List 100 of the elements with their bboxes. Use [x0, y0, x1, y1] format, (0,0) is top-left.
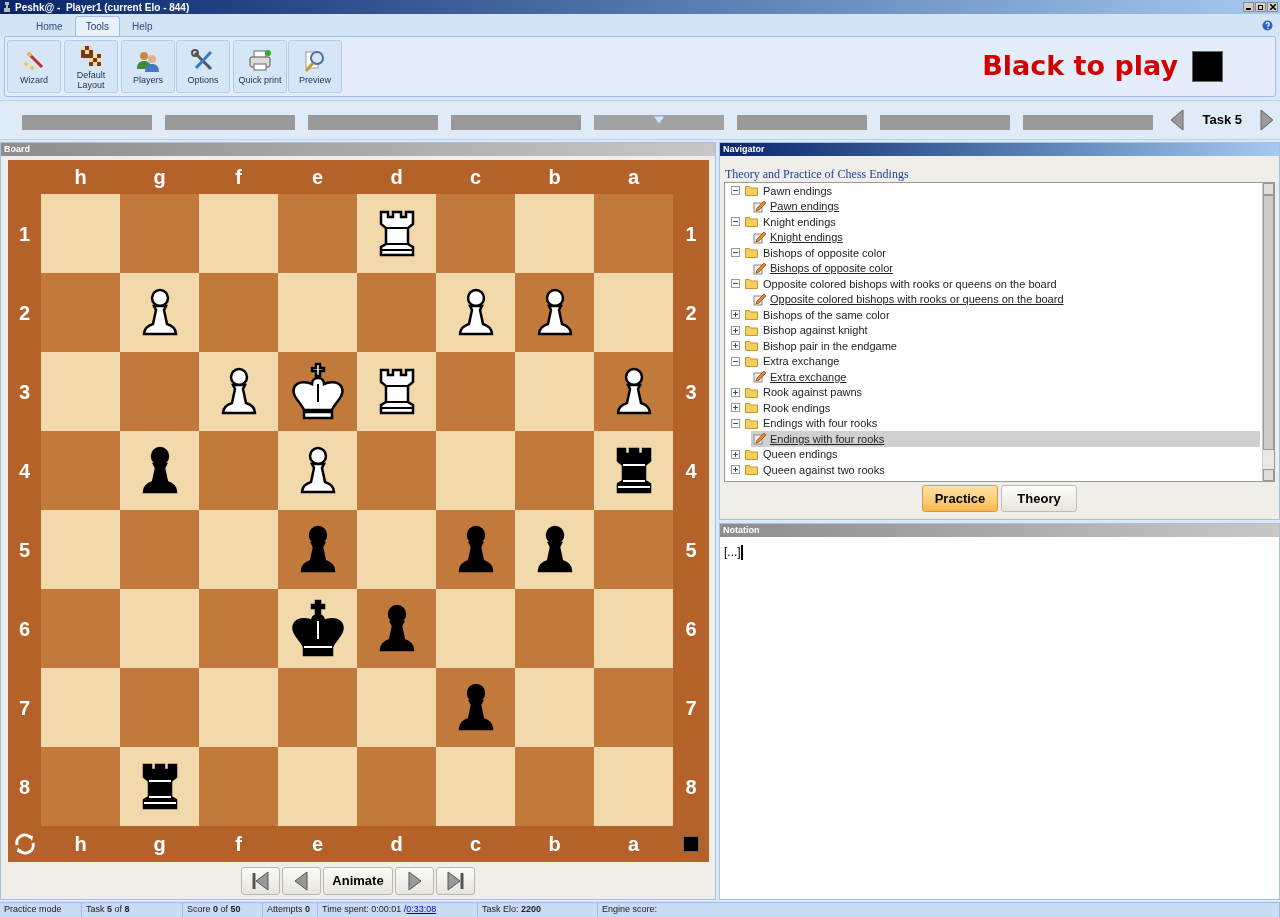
tree-item[interactable]: Queen against two rooks [763, 461, 885, 478]
tree-item[interactable]: Extra exchange [751, 369, 1260, 385]
tree-item[interactable]: Pawn endings [751, 198, 1260, 214]
task-progress-segment[interactable] [1023, 114, 1153, 130]
ribbon-tab[interactable]: Help [120, 16, 165, 36]
collapse-icon[interactable] [731, 186, 740, 196]
tree-item[interactable]: Queen endings [763, 446, 838, 463]
board-square[interactable] [120, 747, 199, 826]
file-label: h [73, 831, 88, 857]
board-square[interactable] [436, 668, 515, 747]
tree-item[interactable]: Bishop pair in the endgame [763, 337, 897, 354]
expand-icon[interactable] [731, 449, 740, 459]
go-to-end-button[interactable] [435, 867, 475, 895]
turn-indicator-text: Black to play [982, 49, 1178, 84]
tree-item[interactable]: Rook against pawns [763, 384, 863, 401]
board-square[interactable] [515, 273, 594, 352]
expand-icon[interactable] [731, 387, 740, 397]
tree-item[interactable]: Opposite colored bishops with rooks or queens on the board [751, 291, 1260, 307]
ribbon-button[interactable]: Preview [288, 40, 342, 93]
collection-title: Theory and Practice of Chess Endings [725, 167, 910, 182]
collapse-icon[interactable] [731, 418, 740, 428]
task-progress-segment[interactable] [308, 114, 438, 130]
ribbon-button[interactable]: Default Layout [64, 40, 118, 93]
mode-button[interactable]: Practice [922, 485, 998, 512]
task-progress-segment[interactable] [165, 114, 295, 130]
tree-item[interactable]: Knight endings [763, 213, 836, 230]
board-square[interactable] [515, 510, 594, 589]
mode-button[interactable]: Theory [1001, 485, 1077, 512]
file-label: d [389, 831, 404, 857]
tree-item[interactable]: Pawn endings [763, 183, 833, 199]
flip-board-icon[interactable] [12, 831, 37, 856]
time-limit-link[interactable]: 0:33:08 [406, 903, 437, 917]
chessboard-icon [79, 43, 103, 68]
tree-item[interactable]: Endings with four rooks [763, 415, 878, 432]
restore-button[interactable] [1255, 2, 1266, 12]
tree-item[interactable]: Rook endings [763, 399, 831, 416]
expand-icon[interactable] [731, 341, 740, 351]
task-progress-segment[interactable] [880, 114, 1010, 130]
next-move-button[interactable] [394, 867, 434, 895]
status-text: Task 5 of 8 [86, 903, 130, 917]
ribbon-button[interactable]: Quick print [233, 40, 287, 93]
board-square[interactable] [436, 510, 515, 589]
tree-item[interactable]: Bishops of the same color [763, 306, 890, 323]
ribbon-button[interactable]: Players [121, 40, 175, 93]
ribbon-tab[interactable]: Home [24, 16, 75, 36]
help-icon[interactable] [1262, 20, 1273, 31]
expand-icon[interactable] [731, 465, 740, 475]
tree-item[interactable]: Bishops of opposite color [763, 244, 886, 261]
tree-item[interactable]: Knight endings [751, 229, 1260, 245]
collapse-icon[interactable] [731, 356, 740, 366]
board-square[interactable] [357, 352, 436, 431]
board-square[interactable] [357, 589, 436, 668]
minimize-button[interactable] [1243, 2, 1254, 12]
board-square[interactable] [278, 589, 357, 668]
ribbon-button[interactable]: Options [176, 40, 230, 93]
status-text: Time spent: 0:00:01 / [322, 903, 407, 917]
status-text: Attempts 0 [267, 903, 311, 917]
tree-item[interactable]: Opposite colored bishops with rooks or queens on the board [763, 275, 1057, 292]
board-square[interactable] [357, 194, 436, 273]
board-square[interactable] [594, 352, 673, 431]
pencil-icon [753, 261, 766, 275]
folder-icon [745, 402, 758, 414]
tree-item[interactable]: Extra exchange [763, 353, 840, 370]
close-button[interactable] [1267, 2, 1278, 12]
file-label: f [234, 831, 243, 857]
animate-button[interactable]: Animate [323, 867, 393, 895]
tree-item[interactable]: Bishops of opposite color [751, 260, 1260, 276]
ribbon-button[interactable]: Wizard [7, 40, 61, 93]
expand-icon[interactable] [731, 325, 740, 335]
expand-icon[interactable] [731, 310, 740, 320]
board-square[interactable] [278, 352, 357, 431]
wrench-screwdriver-icon [191, 48, 215, 73]
board-square[interactable] [120, 273, 199, 352]
expand-icon[interactable] [731, 403, 740, 413]
task-progress-segment[interactable] [737, 114, 867, 130]
previous-move-button[interactable] [282, 867, 322, 895]
text-cursor [740, 544, 743, 560]
rank-label: 3 [17, 379, 32, 405]
collapse-icon[interactable] [731, 279, 740, 289]
board-square[interactable] [594, 431, 673, 510]
tree-item[interactable]: Bishop against knight [763, 322, 868, 339]
ribbon-tab[interactable]: Tools [74, 16, 121, 36]
pencil-icon [753, 292, 766, 306]
board-square[interactable] [120, 431, 199, 510]
go-to-start-button[interactable] [241, 867, 281, 895]
folder-icon [745, 386, 758, 398]
next-task-button[interactable] [1260, 109, 1274, 131]
board-square[interactable] [436, 273, 515, 352]
file-label: a [626, 165, 641, 190]
board-square[interactable] [278, 510, 357, 589]
pencil-icon [753, 432, 766, 446]
task-progress-segment[interactable] [22, 114, 152, 130]
scrollbar[interactable] [1262, 183, 1274, 481]
collapse-icon[interactable] [731, 217, 740, 227]
tree-item[interactable]: Endings with four rooks [751, 431, 1260, 447]
collapse-icon[interactable] [731, 248, 740, 258]
board-square[interactable] [278, 431, 357, 510]
board-square[interactable] [199, 352, 278, 431]
task-progress-segment[interactable] [451, 114, 581, 130]
previous-task-button[interactable] [1170, 109, 1185, 131]
